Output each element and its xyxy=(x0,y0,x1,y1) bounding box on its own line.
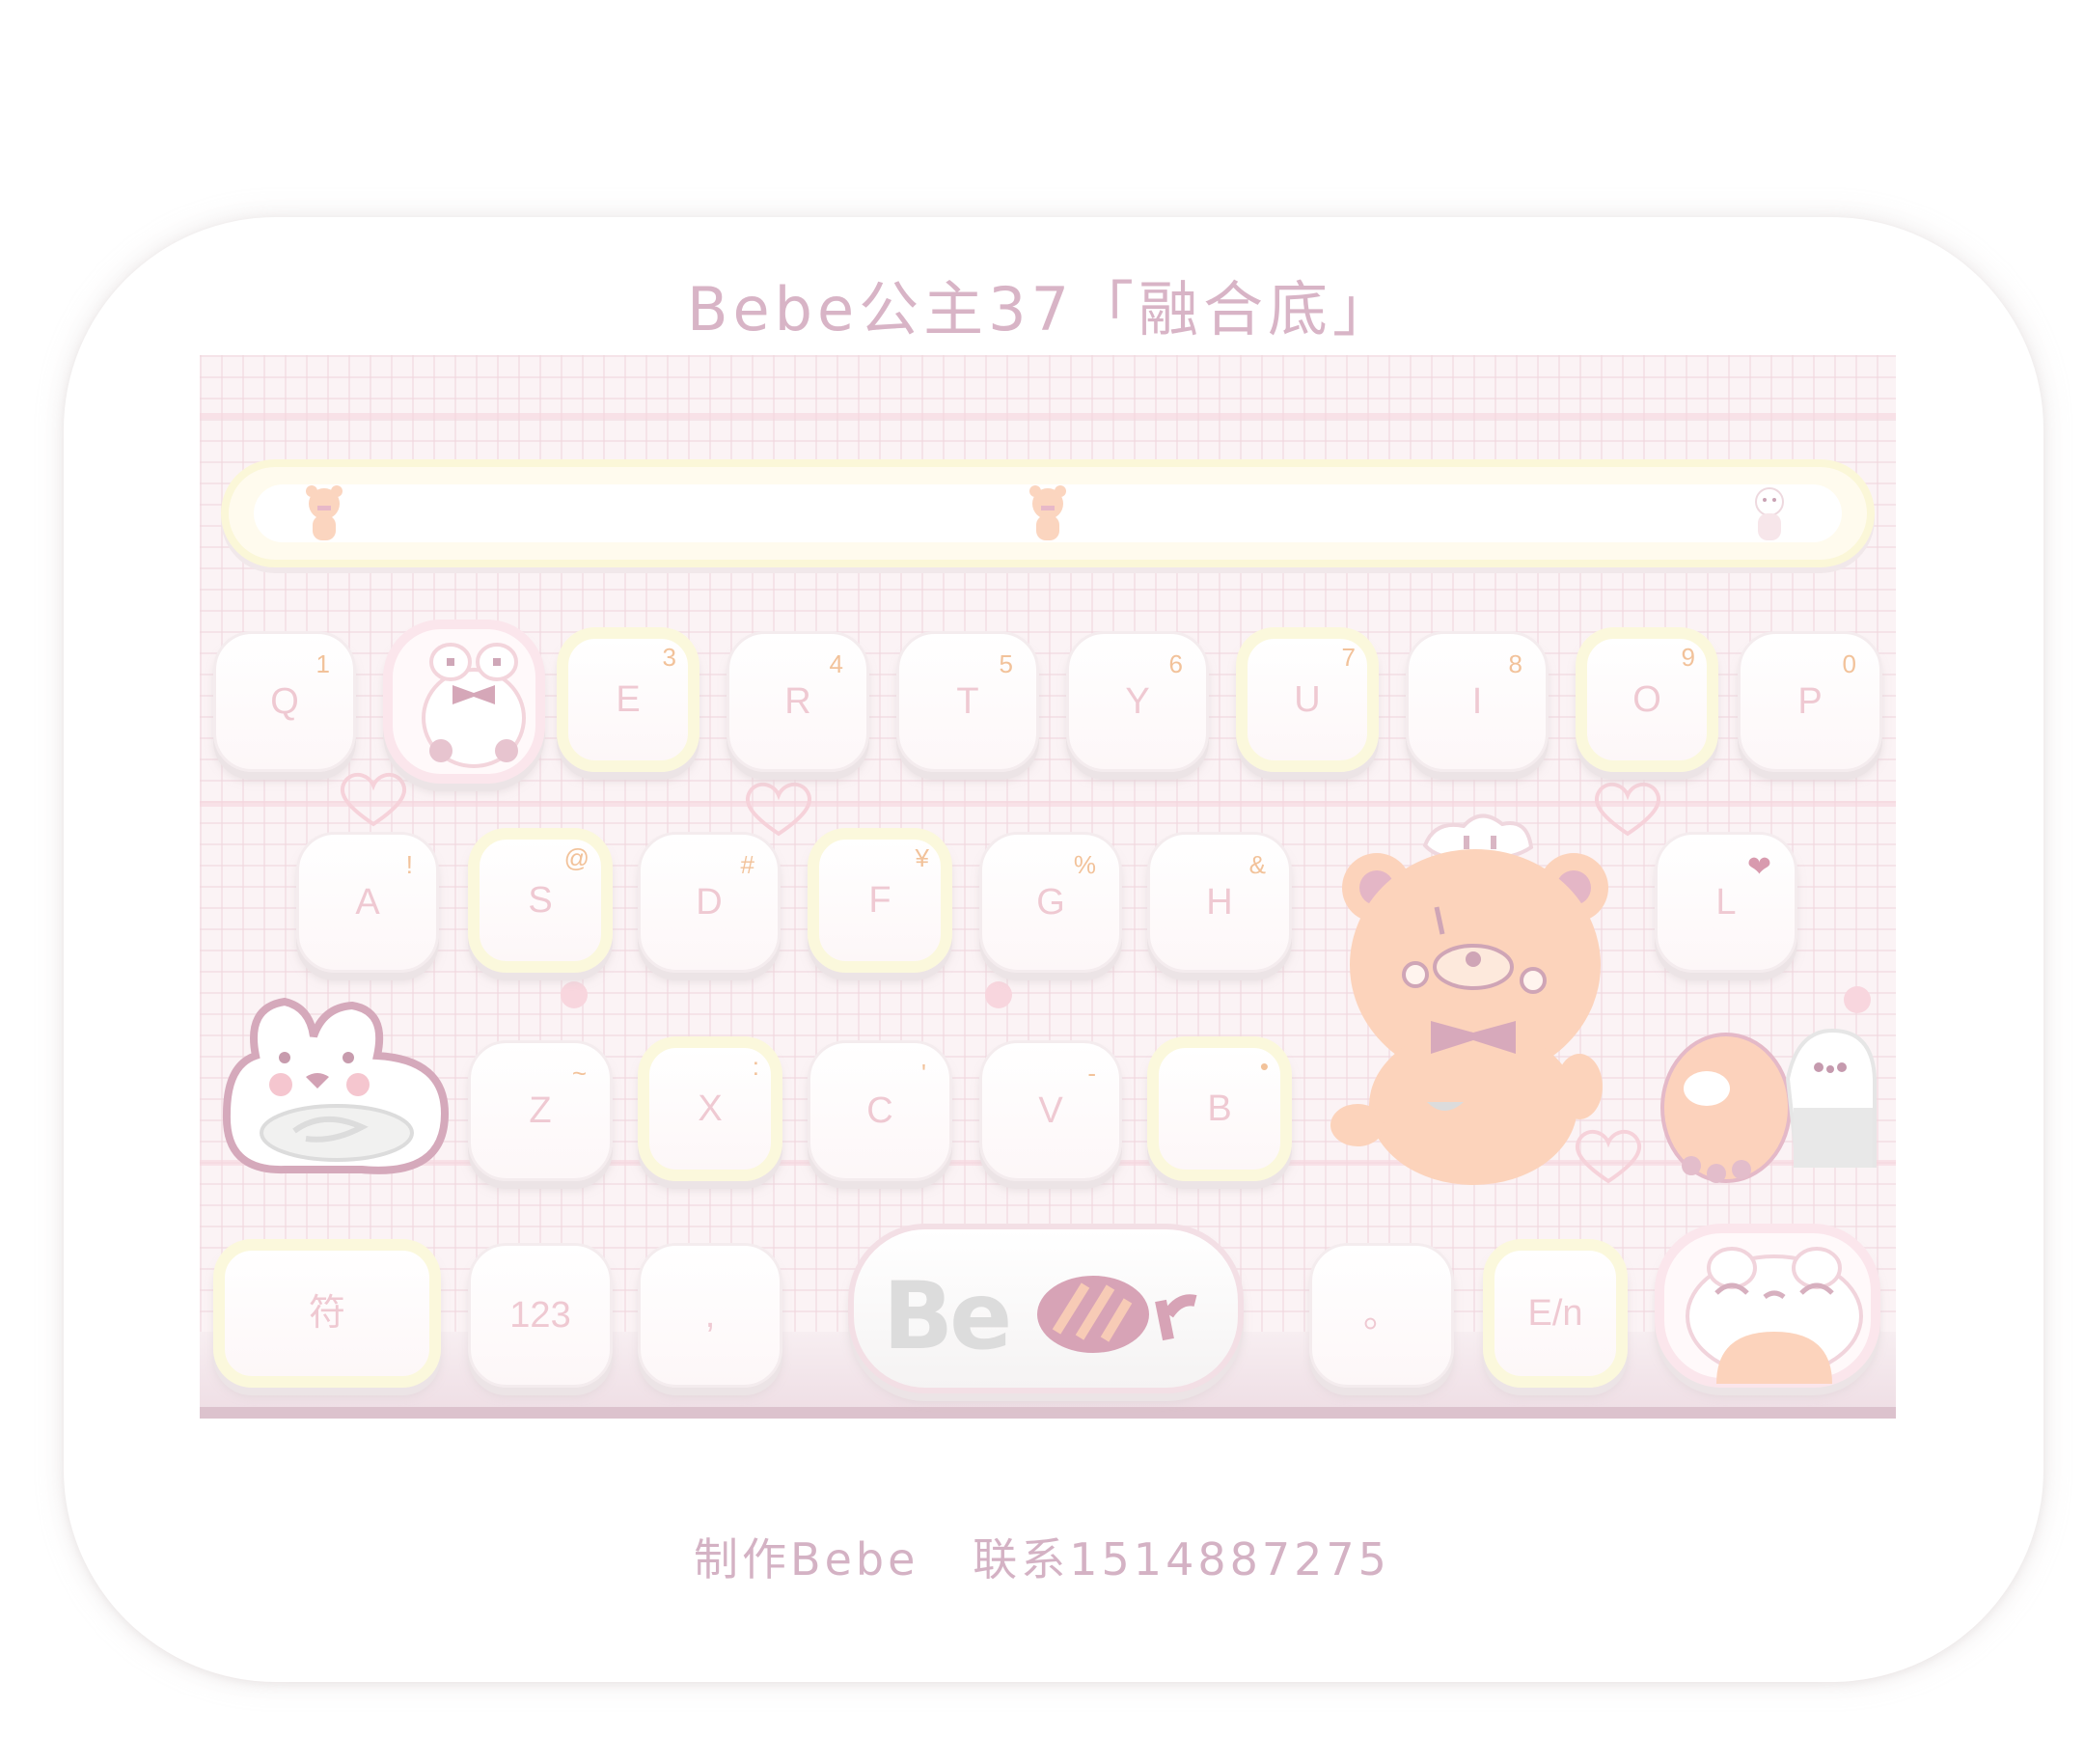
key-label: H xyxy=(1206,882,1233,923)
bunny-sticker-icon xyxy=(222,997,450,1174)
key-v[interactable]: - V xyxy=(979,1040,1122,1181)
key-f[interactable]: ¥ F xyxy=(808,828,952,973)
key-label: O xyxy=(1632,679,1661,720)
key-sub-label: 5 xyxy=(999,649,1013,678)
key-sub-label: 9 xyxy=(1681,643,1695,672)
key-e[interactable]: 3 E xyxy=(557,627,699,772)
key-sub-label: ~ xyxy=(571,1059,587,1088)
snowman-sticker-icon xyxy=(1755,487,1784,540)
key-label: , xyxy=(704,1295,716,1336)
key-sub-label: 4 xyxy=(829,649,843,678)
key-label: 符 xyxy=(308,1293,345,1334)
key-label: E xyxy=(616,679,641,720)
key-a[interactable]: ! A xyxy=(296,832,439,973)
frog-bun-enter-icon xyxy=(1686,1247,1863,1384)
space-bar-logo-text: Be xyxy=(883,1262,1012,1370)
key-label: E/n xyxy=(1527,1293,1583,1334)
keyboard-preview: 1 Q 2 W 3 E 4 R 5 T 6 Y 7 U 8 I 9 xyxy=(200,355,1896,1419)
key-w[interactable]: 2 W xyxy=(383,620,545,784)
heart-icon xyxy=(746,782,811,837)
key-d[interactable]: # D xyxy=(638,832,781,973)
key-label: 。 xyxy=(1362,1295,1400,1336)
key-r[interactable]: 4 R xyxy=(727,631,869,772)
key-label: Q xyxy=(270,681,299,722)
flower-icon xyxy=(561,981,588,1008)
key-u[interactable]: 7 U xyxy=(1236,627,1379,772)
key-o[interactable]: 9 O xyxy=(1576,627,1718,772)
lace-ribbon xyxy=(200,413,1896,419)
key-sub-label: ❤ xyxy=(1746,851,1771,883)
key-q[interactable]: 1 Q xyxy=(213,631,356,772)
key-i[interactable]: 8 I xyxy=(1406,631,1549,772)
key-l[interactable]: ❤ L xyxy=(1655,832,1797,973)
key-sub-label: - xyxy=(1087,1059,1096,1088)
key-t[interactable]: 5 T xyxy=(896,631,1039,772)
key-y[interactable]: 6 Y xyxy=(1066,631,1209,772)
key-enter[interactable] xyxy=(1655,1224,1880,1388)
keyboard-bottom-line xyxy=(200,1407,1896,1419)
key-x[interactable]: : X xyxy=(638,1036,782,1181)
key-label: G xyxy=(1036,882,1065,923)
key-b[interactable]: • B xyxy=(1147,1036,1292,1181)
key-label: L xyxy=(1715,882,1737,923)
author-footer: 制作Bebe 联系1514887275 xyxy=(694,1533,1390,1585)
key-label: P xyxy=(1797,681,1823,722)
key-label: F xyxy=(868,880,891,921)
key-sub-label: ¥ xyxy=(915,843,929,872)
key-label: U xyxy=(1294,679,1321,720)
key-sub-label: 3 xyxy=(662,643,676,672)
key-s[interactable]: @ S xyxy=(468,828,613,973)
key-sub-label: 1 xyxy=(315,649,330,678)
key-sub-label: 0 xyxy=(1842,649,1856,678)
paw-and-ghost-icon xyxy=(1660,1028,1877,1183)
key-sub-label: 8 xyxy=(1508,649,1522,678)
key-label: X xyxy=(698,1089,723,1129)
frog-sticker-icon xyxy=(422,643,526,768)
key-label: R xyxy=(784,681,811,722)
key-sub-label: ! xyxy=(405,850,413,879)
key-label: I xyxy=(1471,681,1483,722)
space-bar[interactable]: Be xyxy=(848,1224,1244,1393)
heart-icon xyxy=(341,772,406,827)
key-label: A xyxy=(355,882,380,923)
key-g[interactable]: % G xyxy=(979,832,1122,973)
key-label: B xyxy=(1207,1089,1232,1129)
key-label: V xyxy=(1038,1090,1063,1131)
key-language[interactable]: E/n xyxy=(1483,1239,1628,1388)
key-z[interactable]: ~ Z xyxy=(468,1040,613,1181)
bear-mascot-icon xyxy=(1330,813,1608,1185)
bread-logo-icon xyxy=(1037,1276,1197,1353)
key-label: S xyxy=(528,880,553,921)
key-sub-label: 6 xyxy=(1168,649,1183,678)
key-sub-label: @ xyxy=(563,843,590,872)
key-numbers[interactable]: 123 xyxy=(468,1243,613,1388)
key-sub-label: # xyxy=(740,850,754,879)
key-label: 123 xyxy=(509,1295,571,1336)
flower-icon xyxy=(985,981,1012,1008)
bear-sticker-icon xyxy=(306,485,343,540)
key-label: Z xyxy=(529,1090,552,1131)
flower-icon xyxy=(1844,986,1871,1013)
key-label: Y xyxy=(1125,681,1150,722)
key-sub-label: % xyxy=(1073,850,1096,879)
key-sub-label: & xyxy=(1248,850,1266,879)
key-h[interactable]: & H xyxy=(1147,832,1292,973)
key-label: D xyxy=(696,882,723,923)
key-sub-label: ' xyxy=(921,1059,926,1088)
key-period[interactable]: 。 xyxy=(1309,1243,1454,1388)
key-comma[interactable]: , xyxy=(638,1243,782,1388)
key-c[interactable]: ' C xyxy=(808,1040,952,1181)
key-sub-label: 7 xyxy=(1341,643,1356,672)
bear-sticker-icon xyxy=(1029,485,1066,540)
key-label: C xyxy=(866,1090,893,1131)
theme-title: Bebe公主37「融合底」 xyxy=(686,274,1398,345)
key-sub-label: : xyxy=(752,1052,759,1081)
key-label: T xyxy=(956,681,979,722)
key-sub-label: • xyxy=(1259,1052,1269,1081)
key-symbols[interactable]: 符 xyxy=(213,1239,441,1388)
key-p[interactable]: 0 P xyxy=(1738,631,1882,772)
